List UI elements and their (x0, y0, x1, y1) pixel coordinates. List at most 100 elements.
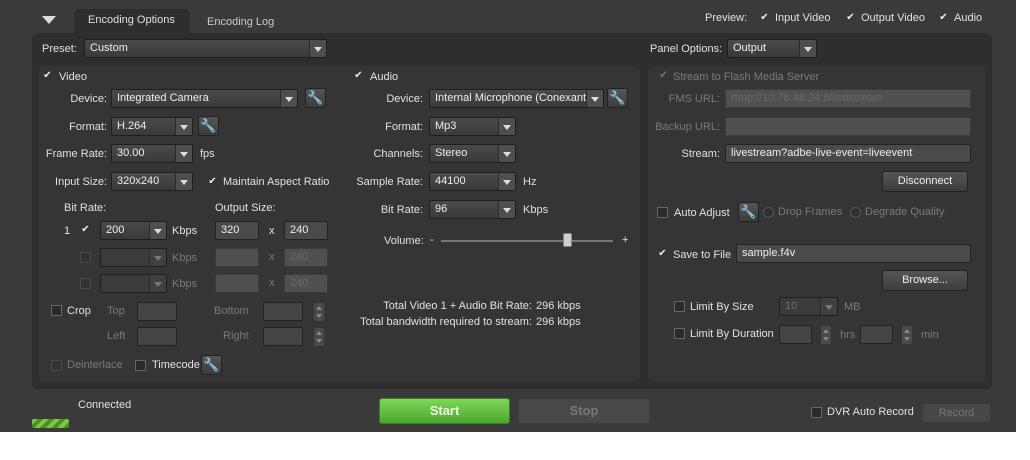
output-height-1-field[interactable]: 240 (284, 221, 328, 240)
volume-slider-handle[interactable] (563, 233, 573, 247)
chevron-down-icon (280, 90, 297, 107)
limit-hours-stepper[interactable] (820, 325, 832, 345)
bitrate-row-3-checkbox[interactable] (80, 278, 91, 289)
stream-fms-label: Stream to Flash Media Server (673, 71, 820, 83)
bitrate-row-1-checkbox[interactable]: ✔ (80, 225, 91, 236)
preview-audio-checkbox[interactable]: ✔ (938, 13, 949, 24)
chevron-down-icon (586, 90, 603, 107)
size-separator: x (269, 251, 275, 263)
preview-output-video-checkbox[interactable]: ✔ (845, 13, 856, 24)
channels-label: Channels: (373, 148, 423, 160)
video-device-dropdown[interactable]: Integrated Camera (111, 89, 298, 108)
video-format-dropdown[interactable]: H.264 (111, 117, 193, 136)
limit-hours-field[interactable] (779, 325, 812, 344)
output-width-1-field[interactable]: 320 (215, 221, 259, 240)
tab-label: Encoding Log (207, 16, 275, 28)
audio-checkbox[interactable]: ✔ (353, 71, 364, 82)
output-width-3-field[interactable] (215, 274, 259, 293)
bitrate-row-3-unit: Kbps (172, 278, 198, 290)
record-button[interactable]: Record (922, 403, 991, 423)
preset-label: Preset: (42, 43, 77, 55)
stream-fms-checkbox[interactable]: ✔ (658, 71, 669, 82)
crop-bottom-stepper[interactable] (313, 302, 325, 322)
bitrate-row-2-dropdown[interactable] (100, 248, 167, 267)
bitrate-row-index: 1 (64, 225, 71, 237)
backup-url-field[interactable] (725, 117, 971, 136)
output-height-3-field[interactable]: 240 (284, 274, 328, 293)
browse-button[interactable]: Browse... (882, 270, 968, 291)
bitrate-row-2-unit: Kbps (172, 252, 198, 264)
chevron-down-icon (149, 222, 166, 239)
bitrate-row-3-dropdown[interactable] (100, 274, 167, 293)
timecode-checkbox[interactable] (135, 360, 146, 371)
bitrate-row-1-dropdown[interactable]: 200 (100, 221, 167, 240)
video-device-settings-wrench-icon[interactable]: 🔧 (305, 88, 326, 108)
crop-right-label: Right (223, 330, 249, 342)
audio-format-dropdown[interactable]: Mp3 (429, 117, 516, 136)
collapse-icon[interactable] (42, 16, 56, 24)
auto-adjust-settings-wrench-icon[interactable]: 🔧 (738, 202, 759, 222)
audio-bit-rate-label: Bit Rate: (380, 204, 423, 216)
timecode-settings-wrench-icon[interactable]: 🔧 (201, 355, 222, 375)
limit-duration-checkbox[interactable] (674, 328, 685, 339)
limit-size-checkbox[interactable] (674, 301, 685, 312)
sample-rate-value: 44100 (435, 175, 466, 187)
output-width-2-field[interactable] (215, 248, 259, 267)
audio-device-settings-wrench-icon[interactable]: 🔧 (607, 88, 628, 108)
video-checkbox[interactable]: ✔ (42, 71, 53, 82)
channels-dropdown[interactable]: Stereo (429, 144, 516, 163)
crop-left-field[interactable] (137, 327, 177, 346)
preset-dropdown[interactable]: Custom (84, 39, 327, 58)
maintain-aspect-checkbox[interactable]: ✔ (207, 177, 218, 188)
crop-bottom-field[interactable] (263, 302, 303, 321)
sample-rate-dropdown[interactable]: 44100 (429, 172, 516, 191)
chevron-down-icon (498, 173, 515, 190)
audio-device-dropdown[interactable]: Internal Microphone (Conexant (429, 89, 604, 108)
output-height-2-field[interactable]: 240 (284, 248, 328, 267)
video-label: Video (59, 71, 87, 83)
input-size-dropdown[interactable]: 320x240 (111, 172, 193, 191)
chevron-down-icon (175, 118, 192, 135)
stream-name-field[interactable]: livestream?adbe-live-event=liveevent (725, 144, 971, 163)
video-format-settings-wrench-icon[interactable]: 🔧 (198, 116, 219, 136)
audio-bit-rate-dropdown[interactable]: 96 (429, 200, 516, 219)
limit-duration-label: Limit By Duration (690, 328, 774, 340)
crop-top-label: Top (107, 305, 125, 317)
disconnect-button[interactable]: Disconnect (882, 171, 968, 192)
tab-encoding-options[interactable]: Encoding Options (74, 9, 190, 34)
fms-url-label: FMS URL: (668, 93, 720, 105)
start-button[interactable]: Start (379, 398, 510, 424)
save-file-name-field[interactable]: sample.f4v (736, 244, 971, 263)
fms-url-value: rtmp://10.78.48.24:8/livestream (731, 92, 883, 104)
crop-right-field[interactable] (263, 327, 303, 346)
dvr-auto-record-checkbox[interactable] (811, 407, 822, 418)
crop-top-field[interactable] (137, 302, 177, 321)
limit-size-dropdown[interactable]: 10 (779, 297, 838, 316)
output-size-label: Output Size: (215, 202, 276, 214)
bitrate-row-2-checkbox[interactable] (80, 252, 91, 263)
volume-label: Volume: (384, 235, 424, 247)
crop-right-stepper[interactable] (313, 327, 325, 347)
frame-rate-dropdown[interactable]: 30.00 (111, 144, 193, 163)
limit-minutes-field[interactable] (860, 325, 893, 344)
panel-options-dropdown[interactable]: Output (727, 39, 817, 58)
size-separator: x (269, 225, 275, 237)
total-bandwidth-label: Total bandwidth required to stream: (360, 316, 532, 328)
degrade-quality-radio[interactable] (850, 207, 861, 218)
volume-slider-track[interactable] (441, 240, 613, 242)
stop-button[interactable]: Stop (518, 398, 650, 424)
auto-adjust-checkbox[interactable] (657, 207, 668, 218)
crop-checkbox[interactable] (51, 305, 62, 316)
chevron-down-icon (175, 145, 192, 162)
output-height-2-value: 240 (290, 251, 309, 263)
limit-minutes-stepper[interactable] (901, 325, 913, 345)
save-to-file-checkbox[interactable]: ✔ (657, 249, 668, 260)
input-size-label: Input Size: (55, 176, 107, 188)
deinterlace-label: Deinterlace (67, 359, 123, 371)
preview-input-video-checkbox[interactable]: ✔ (759, 13, 770, 24)
output-width-1-value: 320 (221, 224, 240, 236)
drop-frames-radio[interactable] (763, 207, 774, 218)
deinterlace-checkbox[interactable] (51, 360, 62, 371)
tab-encoding-log[interactable]: Encoding Log (196, 11, 292, 32)
fms-url-field[interactable]: rtmp://10.78.48.24:8/livestream (725, 89, 971, 108)
